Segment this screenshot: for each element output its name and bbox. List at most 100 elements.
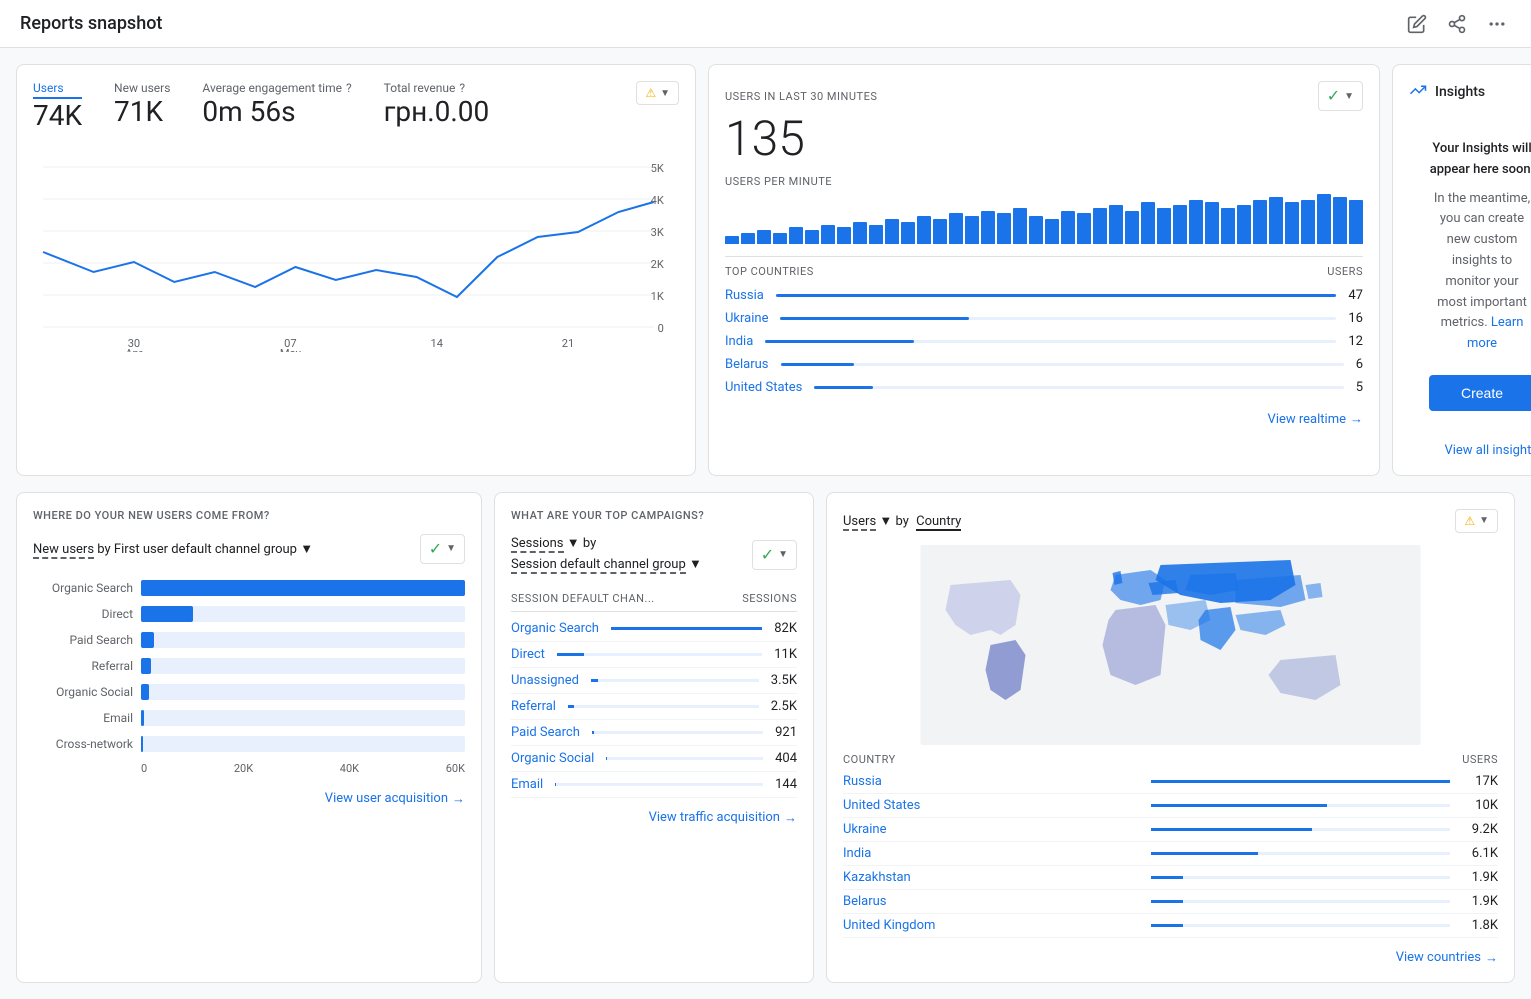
- edit-button[interactable]: [1403, 10, 1431, 38]
- ctr-name[interactable]: Kazakhstan: [843, 870, 1143, 885]
- mini-bar: [741, 233, 755, 244]
- alert-button[interactable]: ⚠ ▼: [636, 81, 679, 105]
- country-name[interactable]: India: [725, 334, 753, 349]
- hbar-row: Referral: [33, 658, 465, 674]
- session-name[interactable]: Unassigned: [511, 673, 579, 688]
- dropdown-arrow-map-users[interactable]: ▼: [879, 514, 892, 529]
- mini-bar-chart: [725, 194, 1363, 244]
- insights-card: Insights Your Insights will appear here …: [1392, 64, 1531, 476]
- mini-bar: [1333, 197, 1347, 244]
- country-name[interactable]: Ukraine: [725, 311, 768, 326]
- dropdown-arrow-sessions[interactable]: ▼: [567, 536, 580, 551]
- session-row: Paid Search 921: [511, 720, 797, 746]
- mini-bar: [1253, 200, 1267, 244]
- session-value: 3.5K: [771, 673, 797, 688]
- mini-bar: [949, 213, 963, 244]
- hbar-row: Organic Social: [33, 684, 465, 700]
- world-map-svg: [843, 545, 1498, 745]
- country-table-header: COUNTRY USERS: [843, 753, 1498, 766]
- view-traffic-link[interactable]: View traffic acquisition →: [511, 810, 797, 826]
- session-name[interactable]: Direct: [511, 647, 545, 662]
- ctr-name[interactable]: Russia: [843, 774, 1143, 789]
- metric-new-users: New users 71K: [114, 81, 170, 132]
- country-name[interactable]: Russia: [725, 288, 764, 303]
- dropdown-arrow-group[interactable]: ▼: [689, 557, 702, 572]
- country-table-row: Ukraine 9.2K: [843, 818, 1498, 842]
- arrow-icon: →: [1350, 411, 1363, 427]
- ctr-bar-wrap: [1151, 828, 1451, 831]
- campaigns-section-title: WHAT ARE YOUR TOP CAMPAIGNS?: [511, 509, 797, 522]
- session-value: 11K: [774, 647, 797, 662]
- countries-list: Russia 47 Ukraine 16 India 12 Belarus 6 …: [725, 284, 1363, 399]
- mini-bar: [1269, 197, 1283, 244]
- hbar-label: Cross-network: [33, 737, 133, 751]
- ctr-value: 1.8K: [1458, 918, 1498, 933]
- more-button[interactable]: [1483, 10, 1511, 38]
- session-value: 144: [775, 777, 797, 792]
- view-countries-link[interactable]: View countries →: [843, 950, 1498, 966]
- view-realtime-link[interactable]: View realtime →: [725, 411, 1363, 427]
- mini-bar: [821, 225, 835, 244]
- country-name[interactable]: United States: [725, 380, 802, 395]
- acquisition-chart-controls: New users by First user default channel …: [33, 534, 465, 564]
- acquisition-status-button[interactable]: ✓ ▼: [420, 534, 465, 564]
- campaigns-card: WHAT ARE YOUR TOP CAMPAIGNS? Sessions ▼ …: [494, 492, 814, 983]
- map-alert-button[interactable]: ⚠ ▼: [1455, 509, 1498, 533]
- check-icon-realtime: ✓: [1327, 86, 1340, 106]
- country-bar: [814, 386, 872, 389]
- ctr-value: 1.9K: [1458, 870, 1498, 885]
- hbar-label: Direct: [33, 607, 133, 621]
- svg-text:2K: 2K: [651, 258, 664, 271]
- country-row: Russia 47: [725, 284, 1363, 307]
- view-all-insights-link[interactable]: View all insights →: [1409, 443, 1531, 459]
- create-button[interactable]: Create: [1429, 375, 1531, 411]
- mini-bar: [1221, 208, 1235, 244]
- metric-revenue: Total revenue ? грн.0.00: [384, 81, 490, 132]
- help-icon-revenue[interactable]: ?: [459, 81, 465, 95]
- hbar-fill: [141, 580, 465, 596]
- campaigns-status-button[interactable]: ✓ ▼: [752, 540, 797, 570]
- session-name[interactable]: Paid Search: [511, 725, 580, 740]
- view-acquisition-link[interactable]: View user acquisition →: [33, 791, 465, 807]
- check-icon-campaigns: ✓: [761, 545, 774, 565]
- campaigns-chart-controls: Sessions ▼ by Session default channel gr…: [511, 534, 797, 576]
- session-name[interactable]: Referral: [511, 699, 556, 714]
- help-icon-engagement[interactable]: ?: [346, 81, 352, 95]
- share-button[interactable]: [1443, 10, 1471, 38]
- ctr-value: 1.9K: [1458, 894, 1498, 909]
- metric-users-label: Users: [33, 81, 82, 99]
- realtime-status-button[interactable]: ✓ ▼: [1318, 81, 1363, 111]
- country-name[interactable]: Belarus: [725, 357, 769, 372]
- ctr-bar: [1151, 900, 1184, 903]
- session-name[interactable]: Organic Search: [511, 621, 599, 636]
- ctr-bar-wrap: [1151, 780, 1451, 783]
- session-name[interactable]: Email: [511, 777, 543, 792]
- ctr-value: 9.2K: [1458, 822, 1498, 837]
- session-row: Organic Search 82K: [511, 616, 797, 642]
- countries-header: TOP COUNTRIES USERS: [725, 256, 1363, 278]
- ctr-bar: [1151, 852, 1259, 855]
- metric-engagement-label: Average engagement time ?: [202, 81, 351, 95]
- ctr-name[interactable]: Ukraine: [843, 822, 1143, 837]
- country-value: 5: [1356, 380, 1363, 395]
- mini-bar: [805, 230, 819, 244]
- country-row: United States 5: [725, 376, 1363, 399]
- mini-bar: [1125, 211, 1139, 244]
- session-name[interactable]: Organic Social: [511, 751, 594, 766]
- country-table-row: Belarus 1.9K: [843, 890, 1498, 914]
- session-bar: [568, 705, 574, 708]
- ctr-name[interactable]: Belarus: [843, 894, 1143, 909]
- ctr-name[interactable]: United Kingdom: [843, 918, 1143, 933]
- svg-text:14: 14: [431, 337, 443, 350]
- session-bar-wrap: [568, 705, 759, 708]
- arrow-icon-countries: →: [1485, 950, 1498, 966]
- dropdown-arrow-acquisition[interactable]: ▼: [300, 542, 313, 557]
- ctr-name[interactable]: United States: [843, 798, 1143, 813]
- session-bar: [591, 679, 598, 682]
- mini-bar: [773, 233, 787, 244]
- mini-bar: [1205, 202, 1219, 244]
- realtime-label: USERS IN LAST 30 MINUTES: [725, 90, 877, 103]
- mini-bar: [1093, 208, 1107, 244]
- ctr-bar-wrap: [1151, 900, 1451, 903]
- hbar-fill: [141, 632, 154, 648]
